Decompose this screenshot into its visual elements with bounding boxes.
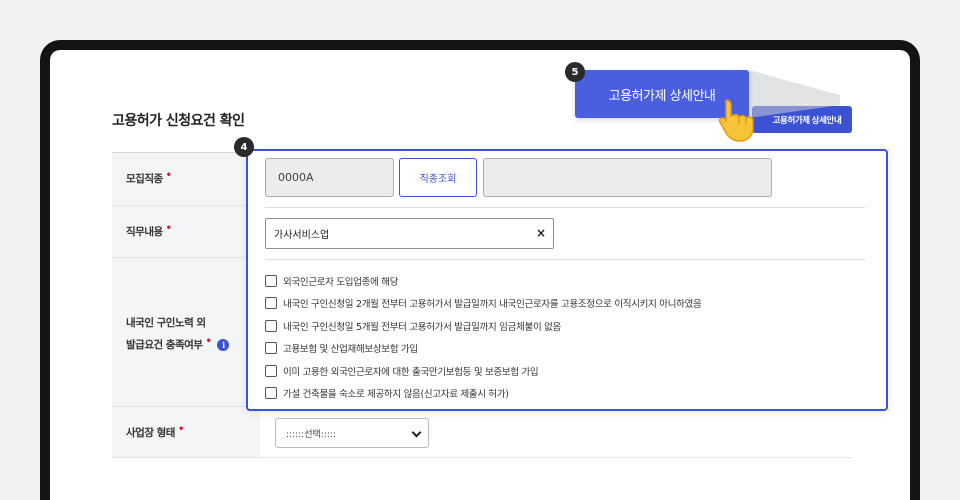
clear-icon[interactable]: × [536,226,546,240]
page-title: 고용허가 신청요건 확인 [112,113,245,129]
row-header: 내국인 구인노력 외 발급요건 충족여부 • i [112,258,260,406]
divider [265,207,865,208]
label-requirements-line2: 발급요건 충족여부 • i [126,334,230,356]
checkbox-item[interactable]: 외국인근로자 도입업종에 해당 [265,273,398,289]
checkbox-label: 이미 고용한 외국인근로자에 대한 출국만기보험등 및 보증보험 가입 [283,367,539,378]
row-header: 모집직종 • [112,153,260,205]
label-job-type: 모집직종 • [126,170,172,185]
checkbox[interactable] [265,275,277,287]
info-icon[interactable]: i [217,339,230,351]
form-row-workplace-type: 사업장 형태 • [112,407,852,458]
employment-permit-detail-button[interactable]: 고용허가제 상세안내 [752,106,852,133]
pointing-hand-icon [718,99,754,142]
step-badge-5: 5 [565,62,585,82]
checkbox-item[interactable]: 내국인 구인신청일 2개월 전부터 고용허가서 발급일까지 내국인근로자를 고용… [265,295,702,311]
step-badge-4: 4 [234,137,254,157]
checkbox-label: 고용보험 및 산업재해보상보험 가입 [283,344,418,355]
checkbox-label: 내국인 구인신청일 2개월 전부터 고용허가서 발급일까지 내국인근로자를 고용… [283,299,702,310]
label-duty: 직무내용 • [126,223,172,238]
divider [265,259,865,260]
job-code-field[interactable]: 0000A [265,158,394,197]
chevron-down-icon [411,427,422,438]
required-mark: • [165,223,172,234]
checkbox-item[interactable]: 내국인 구인신청일 5개월 전부터 고용허가서 발급일까지 임금체불이 없음 [265,318,561,334]
checkbox[interactable] [265,342,277,354]
job-lookup-button[interactable]: 직종조회 [399,158,477,197]
row-header: 사업장 형태 • [112,407,260,457]
row-header: 직무내용 • [112,206,260,257]
checkbox-item[interactable]: 이미 고용한 외국인근로자에 대한 출국만기보험등 및 보증보험 가입 [265,363,539,379]
checkbox[interactable] [265,387,277,399]
duty-value: 가사서비스업 [274,230,330,241]
job-name-field[interactable] [483,158,772,197]
checkbox-item[interactable]: 고용보험 및 산업재해보상보험 가입 [265,340,418,356]
checkbox-label: 외국인근로자 도입업종에 해당 [283,277,399,288]
label-workplace-type: 사업장 형태 • [126,424,184,439]
required-mark: • [177,424,184,435]
checkbox[interactable] [265,320,277,332]
checkbox[interactable] [265,297,277,309]
label-requirements-line1: 내국인 구인노력 외 [126,317,206,329]
required-mark: • [165,170,172,181]
checkbox-item[interactable]: 가설 건축물을 숙소로 제공하지 않음(신고자료 제출시 허가) [265,385,509,401]
checkbox[interactable] [265,365,277,377]
checkbox-label: 내국인 구인신청일 5개월 전부터 고용허가서 발급일까지 임금체불이 없음 [283,322,561,333]
select-value: ::::::선택::::: [286,429,336,440]
checkbox-label: 가설 건축물을 숙소로 제공하지 않음(신고자료 제출시 허가) [283,389,509,400]
workplace-type-select[interactable]: ::::::선택::::: [275,418,429,448]
duty-input[interactable]: 가사서비스업 × [265,218,554,249]
required-mark: • [205,336,212,347]
